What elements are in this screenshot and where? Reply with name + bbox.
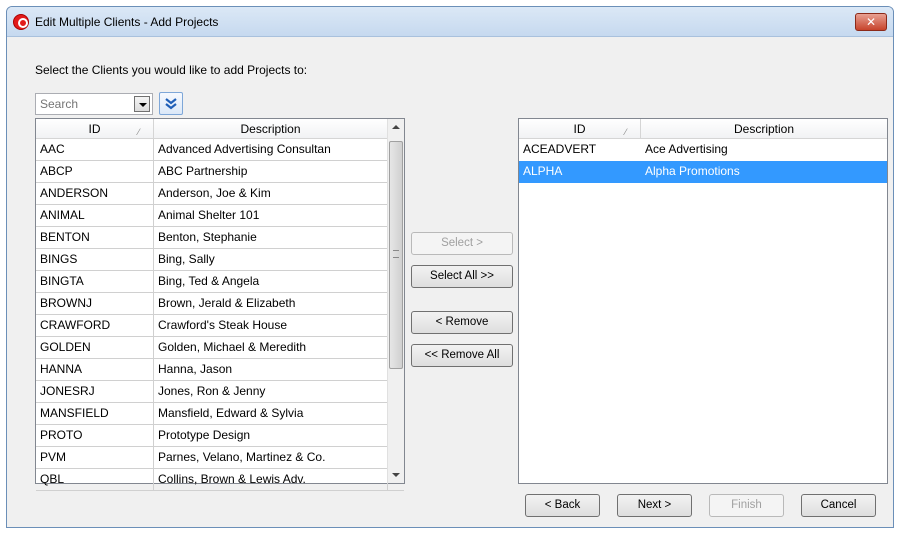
table-row[interactable]: ACEADVERT Ace Advertising — [519, 139, 887, 161]
cell-id: PROTO — [36, 425, 154, 447]
select-button[interactable]: Select > — [411, 232, 513, 255]
cell-id: ALPHA — [523, 164, 563, 178]
remove-all-button[interactable]: << Remove All — [411, 344, 513, 367]
select-all-button[interactable]: Select All >> — [411, 265, 513, 288]
table-row[interactable]: CRAWFORD Crawford's Steak House — [36, 315, 404, 337]
cell-id: ANDERSON — [36, 183, 154, 205]
table-row[interactable]: HANNA Hanna, Jason — [36, 359, 404, 381]
search-combo[interactable] — [35, 93, 153, 115]
vertical-scrollbar[interactable] — [387, 119, 404, 483]
grid-header: ID ⁄ Description — [519, 119, 887, 139]
table-row[interactable]: BINGS Bing, Sally — [36, 249, 404, 271]
table-row[interactable]: ABCP ABC Partnership — [36, 161, 404, 183]
available-clients-grid[interactable]: ID ⁄ Description AAC Advanced Advertising… — [35, 118, 405, 491]
cell-description: Bing, Ted & Angela — [154, 271, 388, 293]
cell-description: Advanced Advertising Consultan — [154, 139, 388, 161]
cell-id: BENTON — [36, 227, 154, 249]
cell-description: Bing, Sally — [154, 249, 388, 271]
cell-description: Collins, Brown & Lewis Adv. — [154, 469, 388, 491]
cell-description: Alpha Promotions — [645, 164, 740, 178]
next-button[interactable]: Next > — [617, 494, 692, 517]
cell-description: Golden, Michael & Meredith — [154, 337, 388, 359]
double-chevron-down-icon — [165, 98, 177, 110]
remove-button[interactable]: < Remove — [411, 311, 513, 334]
column-header-label: ID — [573, 122, 586, 136]
cancel-button[interactable]: Cancel — [801, 494, 876, 517]
app-logo-icon — [13, 14, 29, 30]
column-header-id[interactable]: ID ⁄ — [519, 119, 641, 139]
column-header-description[interactable]: Description — [641, 119, 887, 139]
cell-id: BINGS — [36, 249, 154, 271]
cell-description: Anderson, Joe & Kim — [154, 183, 388, 205]
cell-description: Prototype Design — [154, 425, 388, 447]
cell-description: ABC Partnership — [154, 161, 388, 183]
search-input[interactable] — [36, 94, 126, 114]
cell-id: AAC — [36, 139, 154, 161]
table-row[interactable]: AAC Advanced Advertising Consultan — [36, 139, 404, 161]
cell-description: Jones, Ron & Jenny — [154, 381, 388, 403]
cell-id: JONESRJ — [36, 381, 154, 403]
column-header-label: Description — [733, 122, 795, 136]
back-button[interactable]: < Back — [525, 494, 600, 517]
selected-clients-grid[interactable]: ID ⁄ Description ACEADVERT Ace Advertisin… — [518, 118, 888, 484]
table-row[interactable]: GOLDEN Golden, Michael & Meredith — [36, 337, 404, 359]
cell-id: ACEADVERT — [523, 142, 597, 156]
scroll-down-icon[interactable] — [388, 466, 404, 483]
expand-filter-button[interactable] — [159, 92, 183, 115]
column-header-id[interactable]: ID ⁄ — [36, 119, 154, 139]
available-rows: AAC Advanced Advertising Consultan ABCP ABC… — [36, 139, 404, 491]
table-row[interactable]: BENTON Benton, Stephanie — [36, 227, 404, 249]
cell-description: Brown, Jerald & Elizabeth — [154, 293, 388, 315]
cell-description: Hanna, Jason — [154, 359, 388, 381]
cell-id: MANSFIELD — [36, 403, 154, 425]
cell-id: CRAWFORD — [36, 315, 154, 337]
cell-description: Animal Shelter 101 — [154, 205, 388, 227]
close-button[interactable]: ✕ — [855, 13, 887, 31]
table-row[interactable]: BROWNJ Brown, Jerald & Elizabeth — [36, 293, 404, 315]
selected-rows: ACEADVERT Ace Advertising ALPHA Alpha Promo… — [519, 139, 887, 183]
chevron-down-icon[interactable] — [134, 96, 150, 112]
scroll-up-icon[interactable] — [388, 119, 404, 136]
table-row[interactable]: ANIMAL Animal Shelter 101 — [36, 205, 404, 227]
table-row[interactable]: JONESRJ Jones, Ron & Jenny — [36, 381, 404, 403]
grid-header: ID ⁄ Description — [36, 119, 404, 139]
table-row[interactable]: QBL Collins, Brown & Lewis Adv. — [36, 469, 404, 491]
table-row[interactable]: ANDERSON Anderson, Joe & Kim — [36, 183, 404, 205]
dialog-window: Edit Multiple Clients - Add Projects ✕ S… — [6, 6, 894, 528]
scroll-thumb[interactable] — [389, 141, 403, 369]
instruction-text: Select the Clients you would like to add… — [35, 63, 308, 77]
cell-id: GOLDEN — [36, 337, 154, 359]
finish-button[interactable]: Finish — [709, 494, 784, 517]
cell-description: Parnes, Velano, Martinez & Co. — [154, 447, 388, 469]
cell-description: Ace Advertising — [645, 142, 728, 156]
cell-id: HANNA — [36, 359, 154, 381]
column-header-label: ID — [88, 122, 101, 136]
column-header-description[interactable]: Description — [154, 119, 388, 139]
table-row[interactable]: ALPHA Alpha Promotions — [519, 161, 887, 183]
cell-description: Benton, Stephanie — [154, 227, 388, 249]
table-row[interactable]: PROTO Prototype Design — [36, 425, 404, 447]
cell-id: ANIMAL — [36, 205, 154, 227]
cell-description: Mansfield, Edward & Sylvia — [154, 403, 388, 425]
table-row[interactable]: BINGTA Bing, Ted & Angela — [36, 271, 404, 293]
window-title: Edit Multiple Clients - Add Projects — [35, 15, 219, 29]
cell-id: PVM — [36, 447, 154, 469]
cell-id: BROWNJ — [36, 293, 154, 315]
cell-id: BINGTA — [36, 271, 154, 293]
title-bar[interactable]: Edit Multiple Clients - Add Projects ✕ — [7, 7, 893, 37]
cell-id: ABCP — [36, 161, 154, 183]
cell-description: Crawford's Steak House — [154, 315, 388, 337]
cell-id: QBL — [36, 469, 154, 491]
table-row[interactable]: MANSFIELD Mansfield, Edward & Sylvia — [36, 403, 404, 425]
table-row[interactable]: PVM Parnes, Velano, Martinez & Co. — [36, 447, 404, 469]
column-header-label: Description — [240, 122, 301, 136]
